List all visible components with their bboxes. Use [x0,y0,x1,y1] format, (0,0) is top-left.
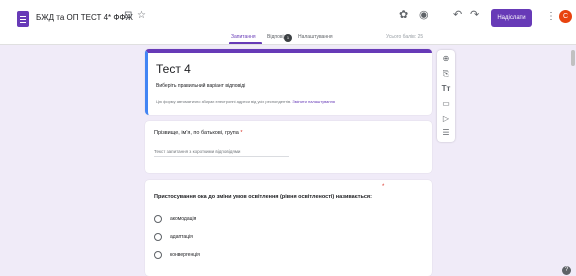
radio-button[interactable] [154,233,162,241]
scrollbar[interactable] [569,45,576,276]
active-tab-indicator [229,42,262,44]
add-video-icon[interactable]: ▷ [437,115,455,123]
question-title: Прізвище, ім'я, по батькові, група * [154,130,243,136]
preview-icon[interactable]: ◉ [419,10,429,21]
tab-bar: Запитання Відповіді 1 Налаштування Усьог… [0,31,576,45]
add-title-icon[interactable]: Tт [437,85,455,93]
points-total: Усього балів: 25 [386,34,424,40]
radio-button[interactable] [154,251,162,259]
email-collection-text: Цю форму автоматично збирає електронні а… [156,99,292,104]
move-folder-icon[interactable]: ⊡ [124,11,132,21]
add-question-icon[interactable]: ⊕ [437,55,455,63]
import-questions-icon[interactable]: ⎘ [437,70,455,78]
responses-count-badge: 1 [284,34,292,42]
question-title: Пристосування ока до зміни умов освітлен… [154,194,372,200]
form-description[interactable]: Виберіть правильний варіант відповіді [156,83,245,89]
radio-button[interactable] [154,215,162,223]
star-icon[interactable]: ☆ [137,11,146,21]
more-vert-icon[interactable]: ⋮ [546,11,556,22]
tab-settings[interactable]: Налаштування [298,34,333,40]
add-section-icon[interactable]: ☰ [437,129,455,137]
tab-questions[interactable]: Запитання [231,34,256,40]
side-toolbar: ⊕ ⎘ Tт ▭ ▷ ☰ [437,50,455,142]
document-title[interactable]: БЖД та ОП ТЕСТ 4* ФФЖ [36,13,133,22]
question-title-text: Прізвище, ім'я, по батькові, група [154,130,239,136]
question-card-name[interactable]: Прізвище, ім'я, по батькові, група * Тек… [145,121,432,173]
customize-theme-icon[interactable]: ✿ [399,10,408,21]
redo-icon[interactable]: ↷ [470,10,479,21]
choice-label: акомодація [170,216,197,222]
choice-label: конвергенція [170,252,200,258]
undo-icon[interactable]: ↶ [453,10,462,21]
forms-app-icon[interactable] [17,11,29,27]
avatar[interactable]: C [559,10,572,23]
required-asterisk: * [382,184,385,190]
email-collection-note: Цю форму автоматично збирає електронні а… [156,99,335,104]
form-title[interactable]: Тест 4 [156,62,191,76]
send-button[interactable]: Надіслати [491,9,532,27]
short-answer-field: Текст запитання з короткими відповідями [154,149,289,157]
help-icon[interactable]: ? [562,266,571,275]
form-header-card[interactable]: Тест 4 Виберіть правильний варіант відпо… [145,49,432,115]
question-card-multiple-choice[interactable]: * Пристосування ока до зміни умов освітл… [145,180,432,276]
scrollbar-thumb[interactable] [571,50,575,66]
change-settings-link[interactable]: Змінити налаштування [292,99,335,104]
required-asterisk: * [240,130,243,136]
add-image-icon[interactable]: ▭ [437,100,455,108]
choice-label: адаптація [170,234,193,240]
